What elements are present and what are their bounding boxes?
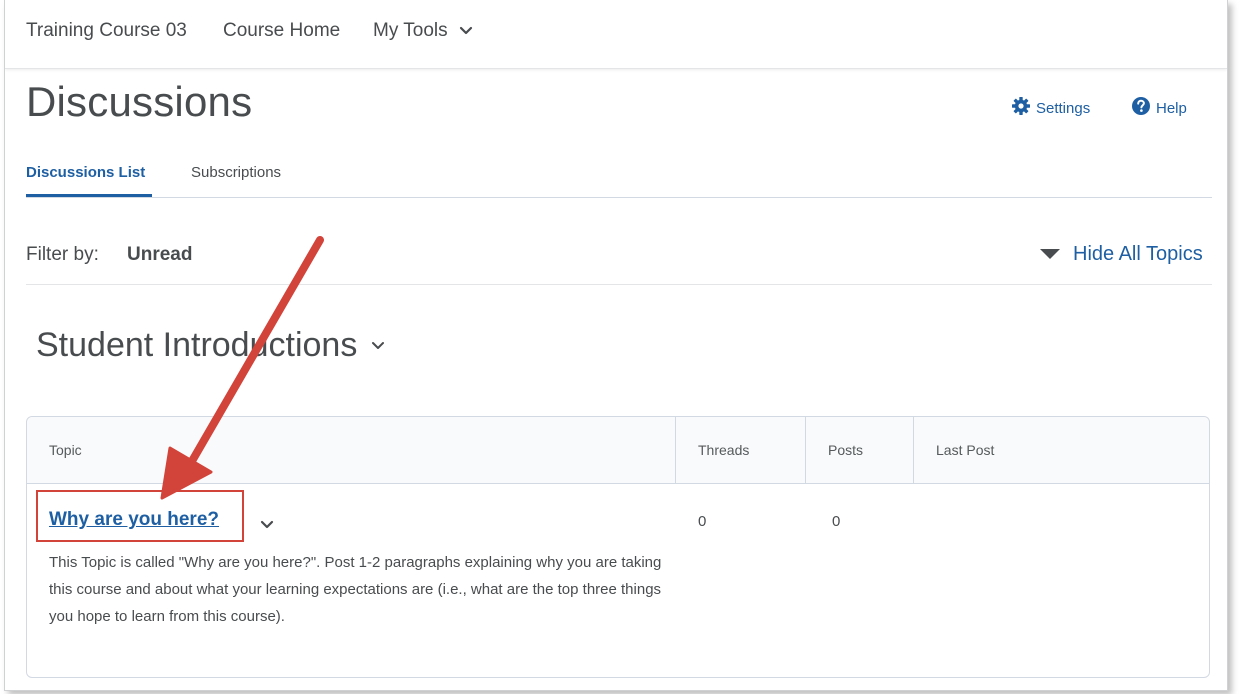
topic-description: This Topic is called "Why are you here?"… bbox=[49, 554, 662, 625]
help-circle-icon bbox=[1131, 96, 1156, 120]
page-title: Discussions bbox=[26, 78, 253, 125]
caret-down-icon bbox=[1039, 243, 1073, 266]
hide-all-topics-button[interactable]: Hide All Topics bbox=[1039, 243, 1203, 266]
forum-chevron-down-icon[interactable] bbox=[371, 338, 385, 356]
filter-value[interactable]: Unread bbox=[127, 244, 192, 266]
filter-divider bbox=[26, 284, 1212, 285]
browser-frame: Training Course 03 Course Home My Tools … bbox=[4, 0, 1228, 691]
column-divider bbox=[675, 417, 676, 483]
tab-subscriptions[interactable]: Subscriptions bbox=[191, 164, 281, 181]
column-divider bbox=[805, 417, 806, 483]
table-header: Topic Threads Posts Last Post bbox=[27, 417, 1209, 484]
threads-count: 0 bbox=[698, 513, 707, 530]
settings-label: Settings bbox=[1036, 99, 1091, 117]
column-header-threads: Threads bbox=[698, 442, 750, 458]
topics-table: Topic Threads Posts Last Post Why are yo… bbox=[26, 416, 1210, 678]
topic-link-why-are-you-here[interactable]: Why are you here? bbox=[49, 509, 219, 531]
column-divider bbox=[913, 417, 914, 483]
column-header-posts: Posts bbox=[828, 442, 864, 458]
tabs-divider bbox=[26, 197, 1212, 198]
nav-my-tools-label: My Tools bbox=[373, 20, 448, 42]
column-header-topic: Topic bbox=[49, 442, 82, 458]
nav-course-home[interactable]: Course Home bbox=[223, 20, 340, 42]
help-label: Help bbox=[1156, 99, 1187, 117]
topic-chevron-down-icon[interactable] bbox=[260, 517, 274, 535]
column-header-last-post: Last Post bbox=[936, 442, 995, 458]
nav-course-name[interactable]: Training Course 03 bbox=[26, 20, 187, 42]
posts-count: 0 bbox=[832, 513, 841, 530]
gear-icon bbox=[1011, 96, 1036, 120]
chevron-down-icon bbox=[459, 20, 473, 42]
course-navbar: Training Course 03 Course Home My Tools bbox=[5, 0, 1227, 69]
tab-discussions-list[interactable]: Discussions List bbox=[26, 164, 145, 181]
nav-my-tools[interactable]: My Tools bbox=[373, 20, 473, 42]
forum-title: Student Introductions bbox=[36, 326, 358, 364]
help-button[interactable]: Help bbox=[1131, 96, 1187, 120]
hide-all-topics-label: Hide All Topics bbox=[1073, 243, 1203, 265]
settings-button[interactable]: Settings bbox=[1011, 96, 1090, 120]
filter-label: Filter by: bbox=[26, 244, 99, 265]
